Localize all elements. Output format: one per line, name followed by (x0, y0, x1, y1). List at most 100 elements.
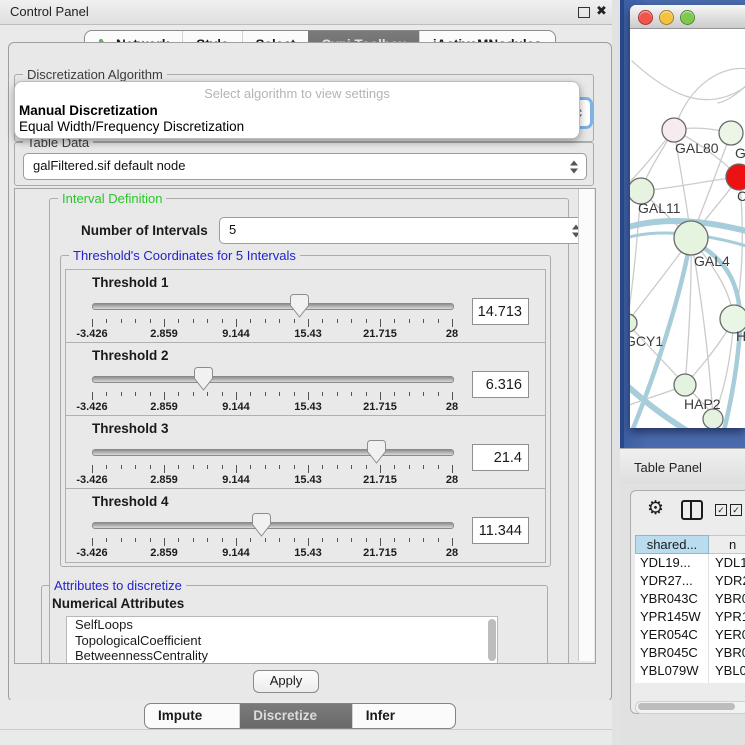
threshold-label: Threshold 2 (92, 348, 169, 363)
tab-impute-data[interactable]: Impute Data (145, 704, 239, 728)
table-row[interactable]: YBR045CYBR0 (635, 644, 745, 662)
network-node-gal80[interactable] (662, 118, 686, 142)
network-node-gcy1[interactable] (630, 314, 637, 332)
slider-track (92, 449, 454, 456)
apply-button[interactable]: Apply (253, 670, 319, 693)
network-node-gal4[interactable] (674, 221, 708, 255)
cell-shared-name: YBR043C (635, 590, 709, 608)
cell-shared-name: YER054C (635, 626, 709, 644)
group-title: Attributes to discretize (50, 578, 186, 593)
bottom-tab-strip: Impute Data Discretize Data Infer Network (0, 700, 612, 745)
group-title: Interval Definition (58, 191, 166, 206)
number-of-intervals-value: 5 (229, 222, 236, 237)
split-view-icon[interactable] (681, 500, 703, 520)
tick-label: -3.426 (76, 328, 107, 340)
threshold-panel-3: Threshold 3-3.4262.8599.14415.4321.71528… (65, 415, 546, 490)
dropdown-option-manual-discretization[interactable]: Manual Discretization (19, 103, 158, 118)
cell-shared-name: YLR345W (635, 680, 709, 683)
table-data-select[interactable]: galFiltered.sif default node (23, 153, 587, 180)
threshold-value-field[interactable]: 6.316 (472, 371, 529, 398)
network-view-panel: GAL80GAL11GAL4GCY1HAP2GACH (620, 0, 745, 448)
threshold-value-field[interactable]: 21.4 (472, 444, 529, 471)
network-edge (632, 61, 745, 100)
scrollbar-track[interactable] (578, 189, 594, 661)
table-panel-title: Table Panel (634, 460, 702, 475)
tick-label: 21.715 (363, 328, 397, 340)
tick-label: 15.43 (294, 328, 322, 340)
zoom-traffic-light[interactable] (680, 10, 695, 25)
slider-thumb[interactable] (194, 367, 213, 391)
close-traffic-light[interactable] (638, 10, 653, 25)
horizontal-scrollbar[interactable] (635, 701, 745, 714)
threshold-panel-1: Threshold 1-3.4262.8599.14415.4321.71528… (65, 269, 546, 344)
minimize-traffic-light[interactable] (659, 10, 674, 25)
column-header-name[interactable]: n (709, 535, 745, 554)
cell-shared-name: YDR27... (635, 572, 709, 590)
dropdown-option-equal-width[interactable]: Equal Width/Frequency Discretization (19, 119, 244, 134)
table-row[interactable]: YBL079WYBL0 (635, 662, 745, 680)
checkbox-checked-icon[interactable]: ✓ (715, 504, 727, 516)
network-window-titlebar (630, 5, 745, 29)
number-of-intervals-select[interactable]: 5 (219, 217, 589, 244)
threshold-panel-2: Threshold 2-3.4262.8599.14415.4321.71528… (65, 342, 546, 417)
attribute-item-betweennesscentrality[interactable]: BetweennessCentrality (67, 648, 497, 664)
tick-label: 28 (446, 547, 458, 559)
tab-discretize-data[interactable]: Discretize Data (239, 704, 352, 728)
tick-label: 9.144 (222, 547, 250, 559)
combo-arrows-icon (570, 160, 578, 173)
network-canvas[interactable]: GAL80GAL11GAL4GCY1HAP2GACH (630, 29, 745, 428)
table-row[interactable]: YBR043CYBR0 (635, 590, 745, 608)
network-node-hap2[interactable] (674, 374, 696, 396)
tick-label: 2.859 (150, 474, 178, 486)
threshold-label: Threshold 4 (92, 494, 169, 509)
threshold-label: Threshold 3 (92, 421, 169, 436)
node-label-gal4: GAL4 (694, 253, 730, 269)
slider-thumb[interactable] (252, 513, 271, 537)
node-label-hap2: HAP2 (684, 396, 721, 412)
table-row[interactable]: YER054CYER0 (635, 626, 745, 644)
network-node-red-node[interactable] (726, 164, 745, 190)
cell-name: YBL0 (709, 662, 745, 680)
network-edge (641, 177, 739, 191)
list-scrollbar-thumb[interactable] (488, 619, 496, 661)
slider-thumb[interactable] (290, 294, 309, 318)
table-row[interactable]: YLR345WYLR3 (635, 680, 745, 683)
tab-label: Discretize Data (253, 708, 317, 729)
horizontal-scrollbar-thumb[interactable] (638, 703, 735, 710)
column-header-shared-name[interactable]: shared... (635, 535, 709, 554)
slider-thumb[interactable] (367, 440, 386, 464)
threshold-rows: Threshold 1-3.4262.8599.14415.4321.71528… (61, 269, 550, 564)
tick-label: 21.715 (363, 401, 397, 413)
table-row[interactable]: YDR27...YDR2 (635, 572, 745, 590)
node-label-c: C (737, 188, 745, 204)
table-row[interactable]: YPR145WYPR1 (635, 608, 745, 626)
cell-shared-name: YPR145W (635, 608, 709, 626)
numerical-attributes-list[interactable]: SelfLoopsTopologicalCoefficientBetweenne… (66, 616, 498, 664)
checkbox-checked-icon[interactable]: ✓ (730, 504, 742, 516)
table-row[interactable]: YDL19...YDL1 (635, 554, 745, 572)
table-rows: YDL19...YDL1YDR27...YDR2YBR043CYBR0YPR14… (635, 554, 745, 683)
close-icon[interactable]: ✖ (596, 3, 607, 19)
cell-name: YER0 (709, 626, 745, 644)
tab-infer-network[interactable]: Infer Network (352, 704, 455, 728)
slider-track (92, 522, 454, 529)
threshold-value-field[interactable]: 11.344 (472, 517, 529, 544)
algorithm-dropdown-popup: Select algorithm to view settings Manual… (14, 81, 580, 139)
cell-shared-name: YBL079W (635, 662, 709, 680)
slider-track (92, 376, 454, 383)
network-window: GAL80GAL11GAL4GCY1HAP2GACH (630, 5, 745, 428)
threshold-value-field[interactable]: 14.713 (472, 298, 529, 325)
tick-label: 21.715 (363, 474, 397, 486)
node-label-gal80: GAL80 (675, 140, 719, 156)
float-panel-icon[interactable] (578, 7, 590, 18)
attribute-item-topologicalcoefficient[interactable]: TopologicalCoefficient (67, 633, 497, 649)
gear-icon[interactable]: ⚙ (647, 499, 664, 518)
cell-name: YBR0 (709, 590, 745, 608)
cell-name: YDR2 (709, 572, 745, 590)
table-data-selected-value: galFiltered.sif default node (33, 158, 185, 173)
network-node-node[interactable] (719, 121, 743, 145)
tick-label: 2.859 (150, 328, 178, 340)
attribute-item-selfloops[interactable]: SelfLoops (67, 617, 497, 633)
tick-label: 2.859 (150, 547, 178, 559)
node-label-gcy1: GCY1 (630, 333, 663, 349)
